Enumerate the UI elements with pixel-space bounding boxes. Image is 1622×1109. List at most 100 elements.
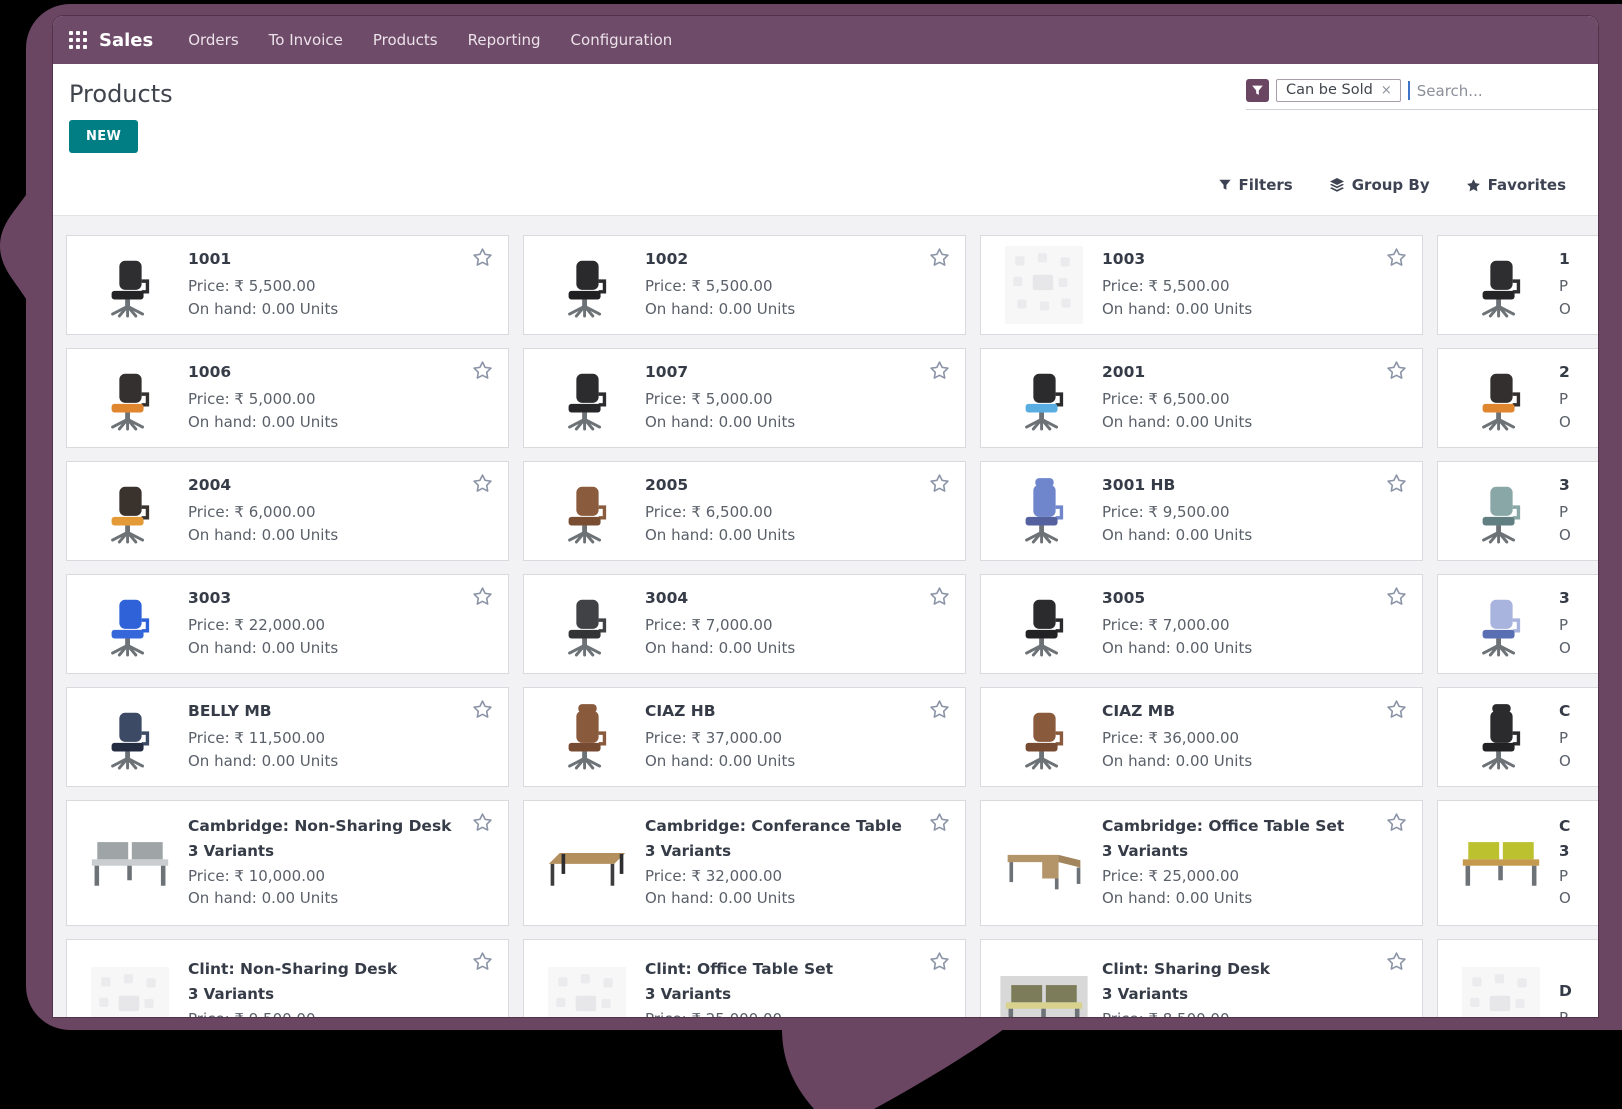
product-price: Price: ₹ 8,500.00 xyxy=(1102,1008,1270,1018)
filters-label: Filters xyxy=(1238,176,1293,194)
product-image xyxy=(85,703,175,771)
product-card[interactable]: 3005 Price: ₹ 7,000.00 On hand: 0.00 Uni… xyxy=(980,574,1423,674)
product-card[interactable]: 1002 Price: ₹ 5,500.00 On hand: 0.00 Uni… xyxy=(523,235,966,335)
product-onhand: On hand: 0.00 Units xyxy=(188,638,339,657)
product-image xyxy=(999,364,1089,432)
control-panel: Products NEW Can be Sold × Filters Group… xyxy=(53,64,1598,216)
app-name[interactable]: Sales xyxy=(99,30,153,51)
product-price: Price: ₹ 5,000.00 xyxy=(645,390,773,408)
product-card[interactable]: D P xyxy=(1437,939,1598,1017)
favorite-star-icon[interactable] xyxy=(1386,699,1407,720)
product-onhand: On hand: 0.00 Units xyxy=(645,412,796,431)
product-card[interactable]: Cambridge: Office Table Set 3 Variants P… xyxy=(980,800,1423,926)
product-variants: 3 Variants xyxy=(645,984,732,1003)
favorite-star-icon[interactable] xyxy=(472,812,493,833)
product-card[interactable]: 1001 Price: ₹ 5,500.00 On hand: 0.00 Uni… xyxy=(66,235,509,335)
product-card[interactable]: 2005 Price: ₹ 6,500.00 On hand: 0.00 Uni… xyxy=(523,461,966,561)
favorite-star-icon[interactable] xyxy=(929,699,950,720)
product-card[interactable]: Clint: Non-Sharing Desk 3 Variants Price… xyxy=(66,939,509,1017)
product-title: CIAZ MB xyxy=(1102,702,1176,720)
product-card[interactable]: 1 P O xyxy=(1437,235,1598,335)
product-card[interactable]: C 3 P O xyxy=(1437,800,1598,926)
product-title: 2001 xyxy=(1102,363,1146,381)
favorite-star-icon[interactable] xyxy=(472,360,493,381)
product-title: Clint: Sharing Desk xyxy=(1102,959,1271,978)
favorite-star-icon[interactable] xyxy=(929,951,950,972)
favorite-star-icon[interactable] xyxy=(472,247,493,268)
favorite-star-icon[interactable] xyxy=(1386,473,1407,494)
favorite-star-icon[interactable] xyxy=(472,951,493,972)
product-price: P xyxy=(1559,503,1569,521)
product-image xyxy=(999,246,1089,324)
favorite-star-icon[interactable] xyxy=(472,473,493,494)
product-image xyxy=(542,251,632,319)
product-onhand: O xyxy=(1559,525,1571,544)
filters-button[interactable]: Filters xyxy=(1218,176,1293,194)
favorite-star-icon[interactable] xyxy=(1386,812,1407,833)
product-title: 1006 xyxy=(188,363,232,381)
product-card[interactable]: 3001 HB Price: ₹ 9,500.00 On hand: 0.00 … xyxy=(980,461,1423,561)
product-card[interactable]: 3004 Price: ₹ 7,000.00 On hand: 0.00 Uni… xyxy=(523,574,966,674)
product-card[interactable]: 2 P O xyxy=(1437,348,1598,448)
apps-grid-icon[interactable] xyxy=(69,31,87,49)
product-title: 1003 xyxy=(1102,250,1146,268)
product-onhand: O xyxy=(1559,299,1571,318)
remove-filter-icon[interactable]: × xyxy=(1381,83,1392,98)
product-card[interactable]: 1003 Price: ₹ 5,500.00 On hand: 0.00 Uni… xyxy=(980,235,1423,335)
product-variants: 3 Variants xyxy=(1102,984,1189,1003)
favorites-button[interactable]: Favorites xyxy=(1466,176,1566,194)
product-image xyxy=(542,477,632,545)
product-variants: 3 xyxy=(1559,841,1570,860)
nav-item-orders[interactable]: Orders xyxy=(173,16,253,64)
product-image xyxy=(542,590,632,658)
favorite-star-icon[interactable] xyxy=(929,812,950,833)
favorite-star-icon[interactable] xyxy=(472,699,493,720)
group-by-button[interactable]: Group By xyxy=(1329,176,1430,194)
search-input[interactable] xyxy=(1416,81,1592,100)
product-card[interactable]: 3003 Price: ₹ 22,000.00 On hand: 0.00 Un… xyxy=(66,574,509,674)
product-title: 3005 xyxy=(1102,589,1146,607)
product-price: P xyxy=(1559,390,1569,408)
nav-item-to-invoice[interactable]: To Invoice xyxy=(254,16,358,64)
favorite-star-icon[interactable] xyxy=(929,360,950,381)
product-price: Price: ₹ 5,500.00 xyxy=(188,277,316,295)
product-image xyxy=(85,833,175,893)
product-price: Price: ₹ 9,500.00 xyxy=(188,1008,397,1018)
product-card[interactable]: 3 P O xyxy=(1437,574,1598,674)
product-card[interactable]: CIAZ HB Price: ₹ 37,000.00 On hand: 0.00… xyxy=(523,687,966,787)
product-card[interactable]: 2004 Price: ₹ 6,000.00 On hand: 0.00 Uni… xyxy=(66,461,509,561)
favorite-star-icon[interactable] xyxy=(929,247,950,268)
favorite-star-icon[interactable] xyxy=(1386,951,1407,972)
product-onhand: On hand: 0.00 Units xyxy=(1102,889,1253,907)
product-card[interactable]: Cambridge: Non-Sharing Desk 3 Variants P… xyxy=(66,800,509,926)
favorite-star-icon[interactable] xyxy=(472,586,493,607)
favorite-star-icon[interactable] xyxy=(929,473,950,494)
nav-item-reporting[interactable]: Reporting xyxy=(453,16,556,64)
nav-item-products[interactable]: Products xyxy=(358,16,453,64)
product-image xyxy=(999,976,1089,1017)
product-card[interactable]: 3 P O xyxy=(1437,461,1598,561)
product-card[interactable]: C P O xyxy=(1437,687,1598,787)
product-card[interactable]: Cambridge: Conferance Table 3 Variants P… xyxy=(523,800,966,926)
nav-item-configuration[interactable]: Configuration xyxy=(556,16,688,64)
favorite-star-icon[interactable] xyxy=(1386,586,1407,607)
favorite-star-icon[interactable] xyxy=(1386,247,1407,268)
product-card[interactable]: Clint: Office Table Set 3 Variants Price… xyxy=(523,939,966,1017)
product-card[interactable]: 2001 Price: ₹ 6,500.00 On hand: 0.00 Uni… xyxy=(980,348,1423,448)
favorite-star-icon[interactable] xyxy=(1386,360,1407,381)
new-button[interactable]: NEW xyxy=(69,120,139,153)
product-card[interactable]: Clint: Sharing Desk 3 Variants Price: ₹ … xyxy=(980,939,1423,1017)
text-caret xyxy=(1407,81,1410,100)
product-title: Clint: Non-Sharing Desk xyxy=(188,959,398,978)
product-card[interactable]: 1007 Price: ₹ 5,000.00 On hand: 0.00 Uni… xyxy=(523,348,966,448)
favorite-star-icon[interactable] xyxy=(929,586,950,607)
product-image xyxy=(1456,967,1546,1017)
product-price: Price: ₹ 7,000.00 xyxy=(645,616,773,634)
product-title: 1007 xyxy=(645,363,689,381)
product-card[interactable]: 1006 Price: ₹ 5,000.00 On hand: 0.00 Uni… xyxy=(66,348,509,448)
product-card[interactable]: BELLY MB Price: ₹ 11,500.00 On hand: 0.0… xyxy=(66,687,509,787)
view-controls: Filters Group By Favorites xyxy=(1218,176,1566,194)
product-card[interactable]: CIAZ MB Price: ₹ 36,000.00 On hand: 0.00… xyxy=(980,687,1423,787)
product-onhand: O xyxy=(1559,412,1571,431)
product-image xyxy=(999,590,1089,658)
